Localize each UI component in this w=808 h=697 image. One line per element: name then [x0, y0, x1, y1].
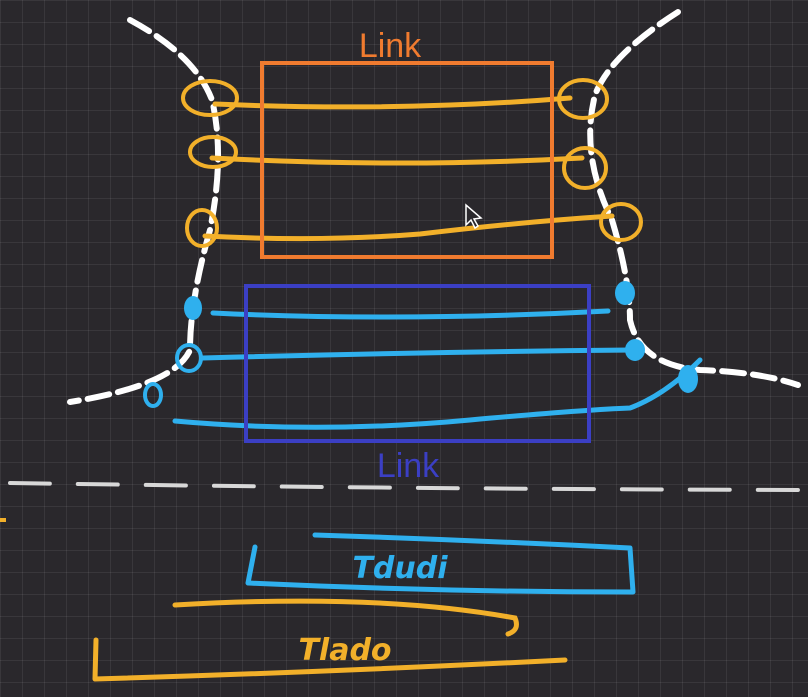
blue-link-box	[244, 284, 591, 443]
orange-strand-1	[212, 95, 573, 110]
blue-strand-1	[210, 308, 611, 320]
orange-link-label: Link	[359, 27, 422, 65]
blue-strand-2	[200, 347, 633, 361]
blue-strand-3	[172, 357, 703, 430]
blue-link-label: Link	[377, 447, 440, 485]
anchor-loop-l3	[185, 208, 219, 248]
whiteboard-canvas[interactable]: Link Link Tdudi Tlado	[0, 0, 808, 697]
cursor-icon	[465, 203, 483, 230]
anchor-loop-r2	[562, 146, 608, 190]
anchor-loop-r3	[599, 202, 643, 242]
blue-anchor-r3	[678, 365, 698, 393]
blue-anchor-r2	[625, 339, 645, 361]
orange-strand-2	[209, 155, 585, 166]
orange-bar-top	[172, 598, 519, 637]
blue-strands	[172, 308, 703, 430]
blue-bar-text: Tdudi	[352, 551, 448, 586]
diagram: Link Link Tdudi Tlado	[0, 9, 807, 682]
orange-bar-text: Tlado	[298, 633, 391, 668]
anchor-loop-l2	[188, 135, 238, 169]
blue-anchors	[143, 281, 698, 408]
blue-anchor-r1	[615, 281, 635, 305]
blue-anchor-l3	[143, 382, 163, 408]
blue-anchor-l1	[184, 296, 202, 320]
right-membrane	[587, 9, 801, 388]
